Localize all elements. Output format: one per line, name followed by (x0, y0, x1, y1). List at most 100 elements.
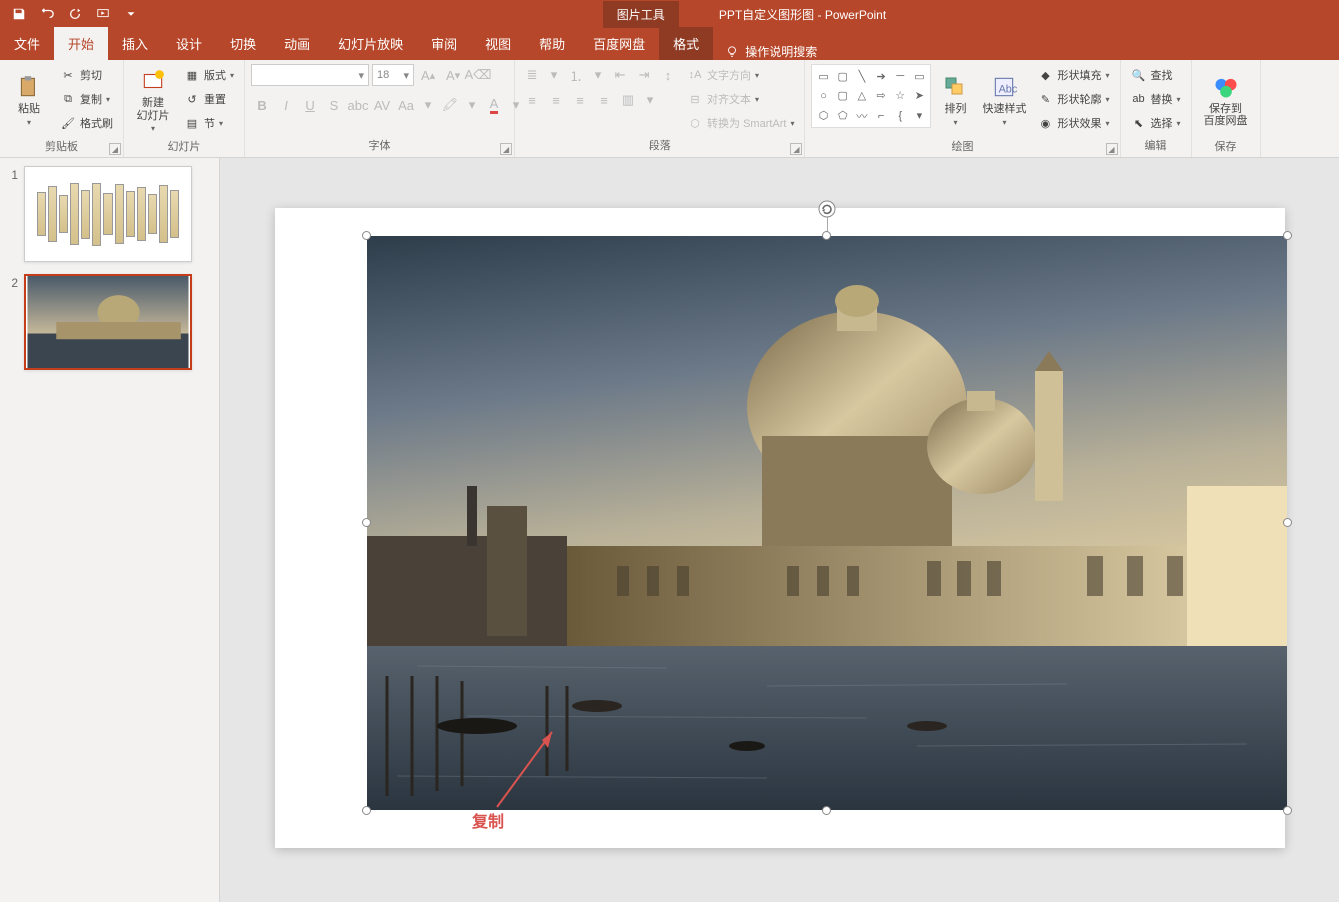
arrange-button[interactable]: 排列▾ (935, 64, 975, 136)
section-button[interactable]: ▤节▾ (180, 112, 238, 134)
paste-button[interactable]: 粘贴 ▾ (6, 64, 52, 136)
smartart-button[interactable]: ⬡转换为 SmartArt▾ (683, 112, 798, 134)
font-dialog-launcher[interactable]: ◢ (500, 143, 512, 155)
shape-oval-icon[interactable]: ○ (814, 87, 832, 106)
shape-line-icon[interactable]: ╲ (853, 67, 871, 86)
justify-icon[interactable]: ≡ (593, 89, 615, 111)
tell-me-search[interactable]: 操作说明搜索 (713, 43, 829, 60)
align-text-button[interactable]: ⊟对齐文本▾ (683, 88, 798, 110)
replace-button[interactable]: ab替换▾ (1127, 88, 1185, 110)
tab-slideshow[interactable]: 幻灯片放映 (324, 27, 417, 60)
tab-baidu[interactable]: 百度网盘 (579, 27, 659, 60)
shape-arrowr2-icon[interactable]: ➤ (910, 87, 928, 106)
paragraph-dialog-launcher[interactable]: ◢ (790, 143, 802, 155)
find-button[interactable]: 🔍查找 (1127, 64, 1185, 86)
rotate-handle[interactable] (818, 200, 836, 218)
resize-handle-tr[interactable] (1283, 231, 1292, 240)
cut-button[interactable]: ✂剪切 (56, 64, 117, 86)
select-button[interactable]: ⬉选择▾ (1127, 112, 1185, 134)
clipboard-dialog-launcher[interactable]: ◢ (109, 143, 121, 155)
font-color-icon[interactable]: A (483, 94, 505, 116)
bullets-icon[interactable]: ≣ (521, 64, 543, 86)
qat-more-icon[interactable] (120, 3, 142, 25)
columns-icon[interactable]: ▥ (617, 89, 639, 111)
align-left-icon[interactable]: ≡ (521, 89, 543, 111)
slide[interactable] (275, 208, 1285, 848)
numbering-icon[interactable]: ⒈ (565, 64, 587, 86)
start-from-beginning-icon[interactable] (92, 3, 114, 25)
format-painter-button[interactable]: 🖌格式刷 (56, 112, 117, 134)
italic-icon[interactable]: I (275, 94, 297, 116)
highlight-icon[interactable]: 🖍 (439, 94, 461, 116)
shape-connector-icon[interactable]: ⌐ (872, 106, 890, 125)
resize-handle-tl[interactable] (362, 231, 371, 240)
shape-hex-icon[interactable]: ⬡ (814, 106, 832, 125)
slide-thumbnail-1[interactable] (24, 166, 192, 262)
resize-handle-mr[interactable] (1283, 518, 1292, 527)
tab-view[interactable]: 视图 (471, 27, 525, 60)
shape-curve-icon[interactable]: 〰 (853, 106, 871, 125)
resize-handle-bl[interactable] (362, 806, 371, 815)
reset-button[interactable]: ↺重置 (180, 88, 238, 110)
shape-roundrect-icon[interactable]: ▢ (834, 87, 852, 106)
tab-format[interactable]: 格式 (659, 27, 713, 60)
shape-textbox-icon[interactable]: ▢ (834, 67, 852, 86)
tab-transitions[interactable]: 切换 (216, 27, 270, 60)
tab-animations[interactable]: 动画 (270, 27, 324, 60)
resize-handle-ml[interactable] (362, 518, 371, 527)
save-to-baidu-button[interactable]: 保存到 百度网盘 (1198, 64, 1254, 136)
resize-handle-bm[interactable] (822, 806, 831, 815)
strikethrough-icon[interactable]: S (323, 94, 345, 116)
shape-line2-icon[interactable]: ─ (891, 67, 909, 86)
shapes-more-icon[interactable]: ▾ (910, 106, 928, 125)
copy-button[interactable]: ⧉复制▾ (56, 88, 117, 110)
clear-formatting-icon[interactable]: A⌫ (467, 64, 489, 86)
shape-effects-button[interactable]: ◉形状效果▾ (1033, 112, 1113, 134)
shape-arrowr-icon[interactable]: ⇨ (872, 87, 890, 106)
redo-icon[interactable] (64, 3, 86, 25)
layout-button[interactable]: ▦版式▾ (180, 64, 238, 86)
shape-outline-button[interactable]: ✎形状轮廓▾ (1033, 88, 1113, 110)
shape-star-icon[interactable]: ☆ (891, 87, 909, 106)
tab-file[interactable]: 文件 (0, 27, 54, 60)
font-family-combo[interactable]: ▾ (251, 64, 369, 86)
resize-handle-br[interactable] (1283, 806, 1292, 815)
slide-canvas-area[interactable]: 复制 (220, 158, 1339, 902)
chevron-down-icon[interactable]: ▾ (419, 94, 437, 116)
shadow-icon[interactable]: abc (347, 94, 369, 116)
chevron-down-icon[interactable]: ▾ (641, 89, 659, 111)
save-icon[interactable] (8, 3, 30, 25)
quick-styles-button[interactable]: Abc 快速样式▾ (979, 64, 1029, 136)
increase-indent-icon[interactable]: ⇥ (633, 64, 655, 86)
shape-penta-icon[interactable]: ⬠ (834, 106, 852, 125)
text-direction-button[interactable]: ↕A文字方向▾ (683, 64, 798, 86)
underline-icon[interactable]: U (299, 94, 321, 116)
shape-fill-button[interactable]: ◆形状填充▾ (1033, 64, 1113, 86)
undo-icon[interactable] (36, 3, 58, 25)
decrease-indent-icon[interactable]: ⇤ (609, 64, 631, 86)
change-case-icon[interactable]: Aa (395, 94, 417, 116)
bold-icon[interactable]: B (251, 94, 273, 116)
increase-font-icon[interactable]: A▴ (417, 64, 439, 86)
chevron-down-icon[interactable]: ▾ (589, 64, 607, 86)
new-slide-button[interactable]: 新建 幻灯片 ▾ (130, 64, 176, 136)
tab-review[interactable]: 审阅 (417, 27, 471, 60)
tab-help[interactable]: 帮助 (525, 27, 579, 60)
shape-rect2-icon[interactable]: ▭ (910, 67, 928, 86)
align-right-icon[interactable]: ≡ (569, 89, 591, 111)
resize-handle-tm[interactable] (822, 231, 831, 240)
shape-brace-icon[interactable]: { (891, 106, 909, 125)
shape-triangle-icon[interactable]: △ (853, 87, 871, 106)
line-spacing-icon[interactable]: ↕ (657, 64, 679, 86)
drawing-dialog-launcher[interactable]: ◢ (1106, 143, 1118, 155)
chevron-down-icon[interactable]: ▾ (463, 94, 481, 116)
shape-rect-icon[interactable]: ▭ (814, 67, 832, 86)
shapes-gallery[interactable]: ▭▢╲➔─▭ ○▢△⇨☆➤ ⬡⬠〰⌐{▾ (811, 64, 931, 128)
align-center-icon[interactable]: ≡ (545, 89, 567, 111)
tab-home[interactable]: 开始 (54, 27, 108, 60)
font-size-combo[interactable]: 18▾ (372, 64, 414, 86)
decrease-font-icon[interactable]: A▾ (442, 64, 464, 86)
char-spacing-icon[interactable]: AV (371, 94, 393, 116)
tab-design[interactable]: 设计 (162, 27, 216, 60)
shape-arrow-icon[interactable]: ➔ (872, 67, 890, 86)
